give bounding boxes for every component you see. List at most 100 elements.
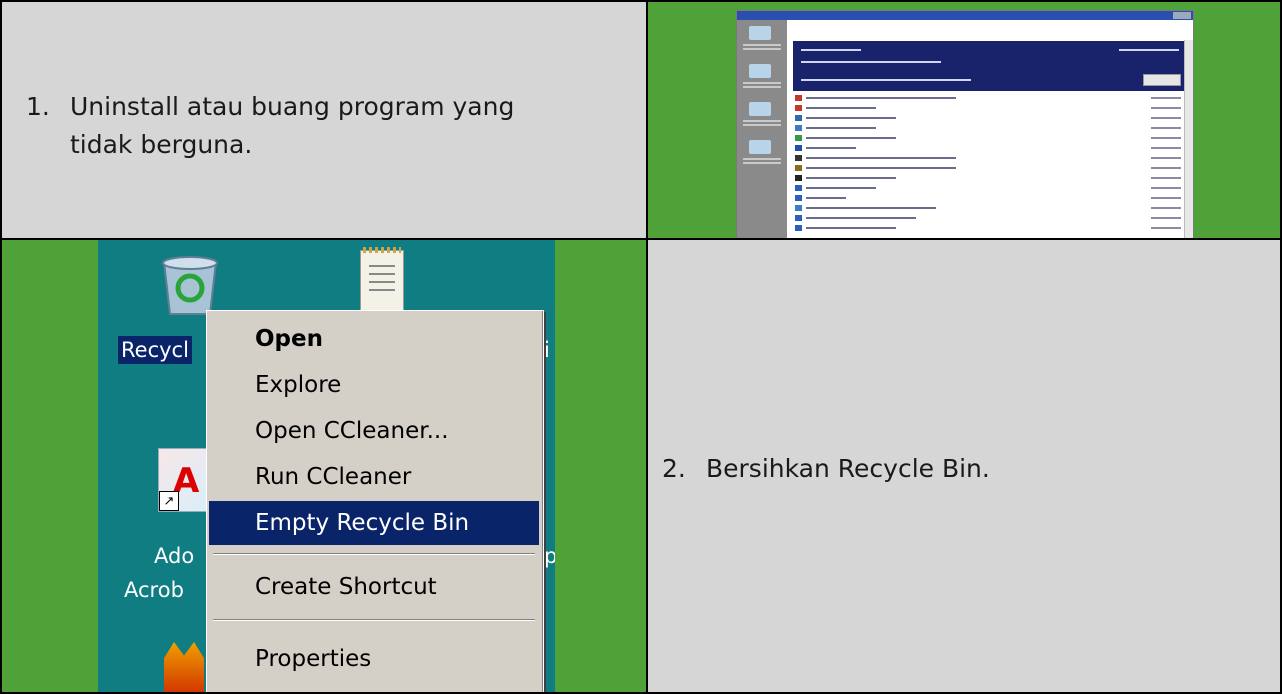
recycle-bin-icon <box>162 256 218 315</box>
program-row <box>793 205 1187 212</box>
program-name-line <box>806 107 876 109</box>
add-new-icon <box>749 64 771 78</box>
program-name-line <box>806 157 956 159</box>
shortcut-arrow-icon: ↗ <box>159 491 179 511</box>
program-icon <box>795 165 802 171</box>
program-row <box>793 135 1187 142</box>
program-size-line <box>1151 207 1181 209</box>
program-size-line <box>1151 107 1181 109</box>
window-sidebar <box>737 20 787 238</box>
window-controls-icon <box>1173 12 1191 19</box>
program-size-line <box>1151 127 1181 129</box>
menu-item-label: Run CCleaner <box>255 464 412 490</box>
menu-item-label: Empty Recycle Bin <box>255 510 470 536</box>
menu-item-empty-recycle-bin[interactable]: Empty Recycle Bin <box>209 501 539 545</box>
program-row <box>793 105 1187 112</box>
program-row <box>793 185 1187 192</box>
program-row <box>793 125 1187 132</box>
remove-button <box>1143 74 1181 86</box>
program-name-line <box>806 167 956 169</box>
notepad-icon <box>360 247 404 312</box>
sidebar-label-line <box>743 82 781 84</box>
program-icon <box>795 195 802 201</box>
program-row <box>793 115 1187 122</box>
sidebar-label-line <box>743 48 781 50</box>
program-size-line <box>1151 137 1181 139</box>
program-icon <box>795 145 802 151</box>
window-toolbar <box>787 20 1193 40</box>
program-name-line <box>806 197 846 199</box>
program-row <box>793 145 1187 152</box>
program-size-line <box>1151 177 1181 179</box>
sidebar-label-line <box>743 86 781 88</box>
sidebar-label-line <box>743 124 781 126</box>
program-size-line <box>1151 157 1181 159</box>
recycle-bin-label[interactable]: Recycl <box>118 336 192 364</box>
program-size-line <box>1151 187 1181 189</box>
selected-text-line <box>801 61 941 63</box>
window-titlebar <box>737 11 1193 20</box>
program-icon <box>795 135 802 141</box>
notepad-spiral <box>363 247 401 253</box>
program-icon <box>795 105 802 111</box>
program-size-line <box>1151 147 1181 149</box>
menu-item-label: Explore <box>255 372 342 398</box>
program-size-line <box>1151 117 1181 119</box>
menu-item-run-ccleaner[interactable]: Run CCleaner <box>209 455 539 499</box>
change-remove-icon <box>749 26 771 40</box>
step-1-cell: 1. Uninstall atau buang program yang tid… <box>0 0 648 240</box>
program-icon <box>795 205 802 211</box>
menu-item-properties[interactable]: Properties <box>209 637 539 681</box>
program-row <box>793 95 1187 102</box>
program-name-line <box>806 217 916 219</box>
program-size-line <box>1151 227 1181 229</box>
sidebar-label-line <box>743 120 781 122</box>
desktop-context-menu-cell: Recycl i A ↗ Ado Acrob p Open Explore Op… <box>0 238 648 694</box>
desktop-label-fragment: p <box>544 544 555 568</box>
menu-item-explore[interactable]: Explore <box>209 363 539 407</box>
adobe-label-line-2: Acrob <box>124 578 184 602</box>
sidebar-label-line <box>743 44 781 46</box>
menu-item-open-ccleaner[interactable]: Open CCleaner... <box>209 409 539 453</box>
instruction-table: 1. Uninstall atau buang program yang tid… <box>0 0 1282 694</box>
program-row <box>793 175 1187 182</box>
sidebar-label-line <box>743 158 781 160</box>
program-icon <box>795 155 802 161</box>
avast-icon[interactable] <box>164 642 204 692</box>
program-row <box>793 225 1187 232</box>
program-icon <box>795 95 802 101</box>
program-name-line <box>806 137 896 139</box>
program-access-icon <box>749 140 771 154</box>
notepad-line <box>369 273 395 275</box>
step-2-cell: 2. Bersihkan Recycle Bin. <box>646 238 1282 694</box>
menu-separator <box>213 553 535 555</box>
step-1-line-1: Uninstall atau buang program yang <box>70 92 515 121</box>
notepad-line <box>369 289 395 291</box>
menu-item-create-shortcut[interactable]: Create Shortcut <box>209 565 539 609</box>
program-row <box>793 215 1187 222</box>
adobe-acrobat-icon[interactable]: A ↗ <box>158 448 210 512</box>
program-icon <box>795 215 802 221</box>
menu-item-label: Properties <box>255 646 372 672</box>
program-name-line <box>806 147 856 149</box>
menu-item-label: Open <box>255 326 323 352</box>
desktop-label-fragment: i <box>544 338 550 362</box>
program-size-line <box>1151 197 1181 199</box>
step-2-number: 2. <box>662 454 686 483</box>
step-2-line-1: Bersihkan Recycle Bin. <box>706 454 990 483</box>
step-1-line-2: tidak berguna. <box>70 130 253 159</box>
step-1-text: 1. Uninstall atau buang program yang tid… <box>26 88 626 168</box>
menu-item-open[interactable]: Open <box>209 317 539 361</box>
program-name-line <box>806 227 896 229</box>
desktop-screenshot: Recycl i A ↗ Ado Acrob p Open Explore Op… <box>98 240 555 692</box>
program-name-line <box>806 117 896 119</box>
adobe-label-line-1: Ado <box>154 544 195 568</box>
program-icon <box>795 125 802 131</box>
program-name-line <box>806 177 896 179</box>
selected-text-line <box>1119 49 1179 51</box>
program-size-line <box>1151 217 1181 219</box>
program-name-line <box>806 187 876 189</box>
menu-item-label: Open CCleaner... <box>255 418 449 444</box>
add-remove-programs-screenshot <box>736 10 1194 238</box>
notepad-line <box>369 265 395 267</box>
